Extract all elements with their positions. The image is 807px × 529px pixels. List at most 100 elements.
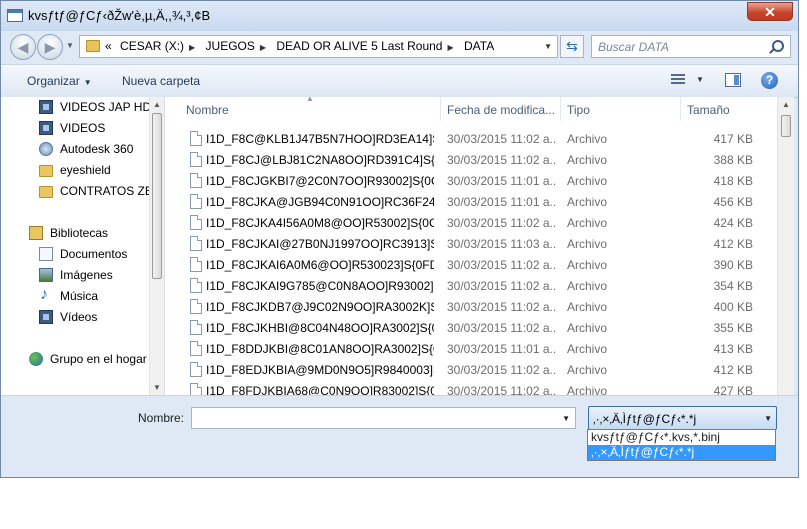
sidebar-item-bibliotecas[interactable]: Bibliotecas: [1, 223, 151, 243]
scrollbar-thumb[interactable]: [152, 113, 162, 279]
file-date: 30/03/2015 11:01 a...: [447, 195, 557, 209]
breadcrumb-item[interactable]: JUEGOS: [206, 39, 255, 53]
sidebar-item-contratos-zen[interactable]: CONTRATOS ZEN: [1, 181, 162, 201]
file-icon: [190, 257, 202, 272]
file-type-option[interactable]: kvsƒtƒ@ƒCƒ‹*.kvs,*.binj: [588, 430, 775, 445]
file-name: I1D_F8CJ@LBJ81C2NA8OO]RD391C4]S{0...: [206, 153, 434, 167]
file-row[interactable]: I1D_F8CJKAI6A0M6@OO]R530023]S{0FD9J 30/03…: [165, 254, 780, 275]
file-row[interactable]: I1D_F8DDJKBI@8C01AN8OO]RA3002]S{0... 30/0…: [165, 338, 780, 359]
sidebar-item-musica[interactable]: Música: [1, 286, 151, 306]
chevron-down-icon[interactable]: ▼: [562, 414, 570, 423]
organize-button[interactable]: Organizar ▼: [27, 74, 92, 88]
file-size: 456 KB: [713, 195, 753, 209]
back-arrow-icon[interactable]: ◀: [10, 34, 36, 60]
file-date: 30/03/2015 11:01 a...: [447, 342, 557, 356]
sidebar-item-label: Vídeos: [60, 310, 98, 324]
new-folder-button[interactable]: Nueva carpeta: [122, 74, 200, 88]
sidebar-item-label: Música: [60, 289, 99, 303]
chevron-down-icon: ▼: [83, 78, 92, 87]
file-type-option-selected[interactable]: ‚·‚×‚Ä‚Ìƒtƒ@ƒCƒ‹*.*j: [588, 445, 775, 460]
file-size: 388 KB: [713, 153, 753, 167]
file-row[interactable]: I1D_F8CJKDB7@J9C02N9OO]RA3002K]S{... 30/0…: [165, 296, 780, 317]
file-type: Archivo: [567, 237, 608, 251]
file-row[interactable]: I1D_F8CJKAI@27B0NJ1997OO]RC3913]S{0... 30…: [165, 233, 780, 254]
sidebar-item-videos[interactable]: VIDEOS: [1, 118, 151, 138]
scroll-up-icon[interactable]: ▲: [782, 100, 790, 109]
file-icon: [190, 341, 202, 356]
file-size: 354 KB: [713, 279, 753, 293]
address-bar[interactable]: « CESAR (X:) ▶ JUEGOS ▶ DEAD OR ALIVE 5 La…: [79, 35, 558, 58]
close-button[interactable]: ✕: [747, 2, 793, 21]
sidebar-item-label: VIDEOS JAP HD: [60, 100, 152, 114]
sidebar-item-eyeshield[interactable]: eyeshield: [1, 160, 151, 180]
sidebar-scrollbar[interactable]: ▲ ▼: [149, 97, 164, 395]
file-date: 30/03/2015 11:01 a...: [447, 174, 557, 188]
file-row[interactable]: I1D_F8CJKA@JGB94C0N91OO]RC36F24]S{... 30/…: [165, 191, 780, 212]
scroll-up-icon[interactable]: ▲: [153, 100, 161, 109]
organize-label: Organizar: [27, 74, 80, 88]
chevron-right-icon[interactable]: ▶: [189, 43, 195, 52]
file-row[interactable]: I1D_F8CJKAI9G785@C0N8AOO]R93002]S{... 30/…: [165, 275, 780, 296]
file-icon: [190, 299, 202, 314]
breadcrumb-overflow[interactable]: «: [105, 39, 112, 53]
sidebar-item-label: eyeshield: [60, 163, 111, 177]
breadcrumb-item[interactable]: DATA: [464, 39, 494, 53]
scroll-down-icon[interactable]: ▼: [153, 383, 161, 392]
file-size: 424 KB: [713, 216, 753, 230]
file-list-scrollbar[interactable]: ▲: [777, 97, 794, 395]
breadcrumb-item[interactable]: CESAR (X:): [120, 39, 184, 53]
file-row[interactable]: I1D_F8CJ@LBJ81C2NA8OO]RD391C4]S{0... 30/0…: [165, 149, 780, 170]
chevron-right-icon[interactable]: ▶: [260, 43, 266, 52]
file-row[interactable]: I1D_F8EDJKBIA@9MD0N9O5]R9840003]S{... 30/…: [165, 359, 780, 380]
pictures-icon: [39, 268, 53, 282]
column-size[interactable]: Tamaño: [687, 103, 730, 117]
sidebar-item-imagenes[interactable]: Imágenes: [1, 265, 151, 285]
file-type-select[interactable]: ‚·‚×‚Ä‚Ìƒtƒ@ƒCƒ‹*.*j ▼: [588, 406, 777, 430]
chevron-right-icon[interactable]: ▶: [447, 43, 453, 52]
column-type[interactable]: Tipo: [567, 103, 590, 117]
address-dropdown-icon[interactable]: ▼: [544, 42, 552, 51]
scrollbar-thumb[interactable]: [781, 115, 791, 137]
sidebar-item-documentos[interactable]: Documentos: [1, 244, 151, 264]
file-row[interactable]: I1D_F8CJGKBI7@2C0N7OO]R93002]S{0CHK 30/03…: [165, 170, 780, 191]
file-name-input[interactable]: ▼: [191, 407, 576, 429]
sidebar-item-label: Autodesk 360: [60, 142, 134, 156]
file-icon: [190, 383, 202, 395]
file-type: Archivo: [567, 384, 608, 395]
chevron-down-icon[interactable]: ▼: [764, 414, 772, 423]
file-type: Archivo: [567, 363, 608, 377]
column-divider[interactable]: [680, 97, 681, 121]
refresh-icon[interactable]: ⇆: [560, 35, 584, 58]
breadcrumb-item[interactable]: DEAD OR ALIVE 5 Last Round: [276, 39, 442, 53]
file-name: I1D_F8C@KLB1J47B5N7HOO]RD3EA14]S{0...: [206, 132, 434, 146]
sidebar-item-videos-library[interactable]: Vídeos: [1, 307, 151, 327]
search-input[interactable]: Buscar DATA: [591, 35, 791, 58]
file-name: I1D_F8EDJKBIA@9MD0N9O5]R9840003]S{...: [206, 363, 434, 377]
recent-pages-dropdown-icon[interactable]: ▼: [66, 41, 74, 50]
column-divider[interactable]: [560, 97, 561, 121]
file-size: 417 KB: [713, 132, 753, 146]
view-dropdown-icon[interactable]: ▼: [696, 75, 704, 84]
file-row[interactable]: I1D_F8C@KLB1J47B5N7HOO]RD3EA14]S{0... 30/…: [165, 128, 780, 149]
column-date[interactable]: Fecha de modifica...: [447, 103, 555, 117]
file-row[interactable]: I1D_F8FDJKBIA68@C0N9OO]R83002]S{0C... 30/…: [165, 380, 780, 395]
file-name: I1D_F8CJKHBI@8C04N48OO]RA3002]S{0...: [206, 321, 434, 335]
help-icon[interactable]: ?: [761, 72, 778, 89]
file-type: Archivo: [567, 132, 608, 146]
file-row[interactable]: I1D_F8CJKA4I56A0M8@OO]R53002]S{0C... 30/0…: [165, 212, 780, 233]
sidebar-item-autodesk-360[interactable]: Autodesk 360: [1, 139, 151, 159]
preview-pane-icon[interactable]: [725, 73, 741, 87]
column-divider[interactable]: [440, 97, 441, 121]
breadcrumb: « CESAR (X:) ▶ JUEGOS ▶ DEAD OR ALIVE 5 La…: [105, 39, 499, 53]
title-bar: kvsƒtƒ@ƒCƒ‹ðŽw'è,µ,Ä,­,¾,³,¢B ✕: [1, 1, 798, 31]
forward-arrow-icon[interactable]: ▶: [37, 34, 63, 60]
sidebar-item-label: Imágenes: [60, 268, 113, 282]
view-list-icon[interactable]: [671, 74, 685, 86]
file-row[interactable]: I1D_F8CJKHBI@8C04N48OO]RA3002]S{0... 30/0…: [165, 317, 780, 338]
file-name: I1D_F8CJGKBI7@2C0N7OO]R93002]S{0CHK: [206, 174, 434, 188]
window-title: kvsƒtƒ@ƒCƒ‹ðŽw'è,µ,Ä,­,¾,³,¢B: [28, 8, 211, 23]
file-size: 400 KB: [713, 300, 753, 314]
sidebar-item-grupo-en-el-hogar[interactable]: Grupo en el hogar: [1, 349, 151, 369]
column-name[interactable]: Nombre: [186, 103, 229, 117]
sidebar-item-videos-jap-hd[interactable]: VIDEOS JAP HD: [1, 97, 151, 117]
